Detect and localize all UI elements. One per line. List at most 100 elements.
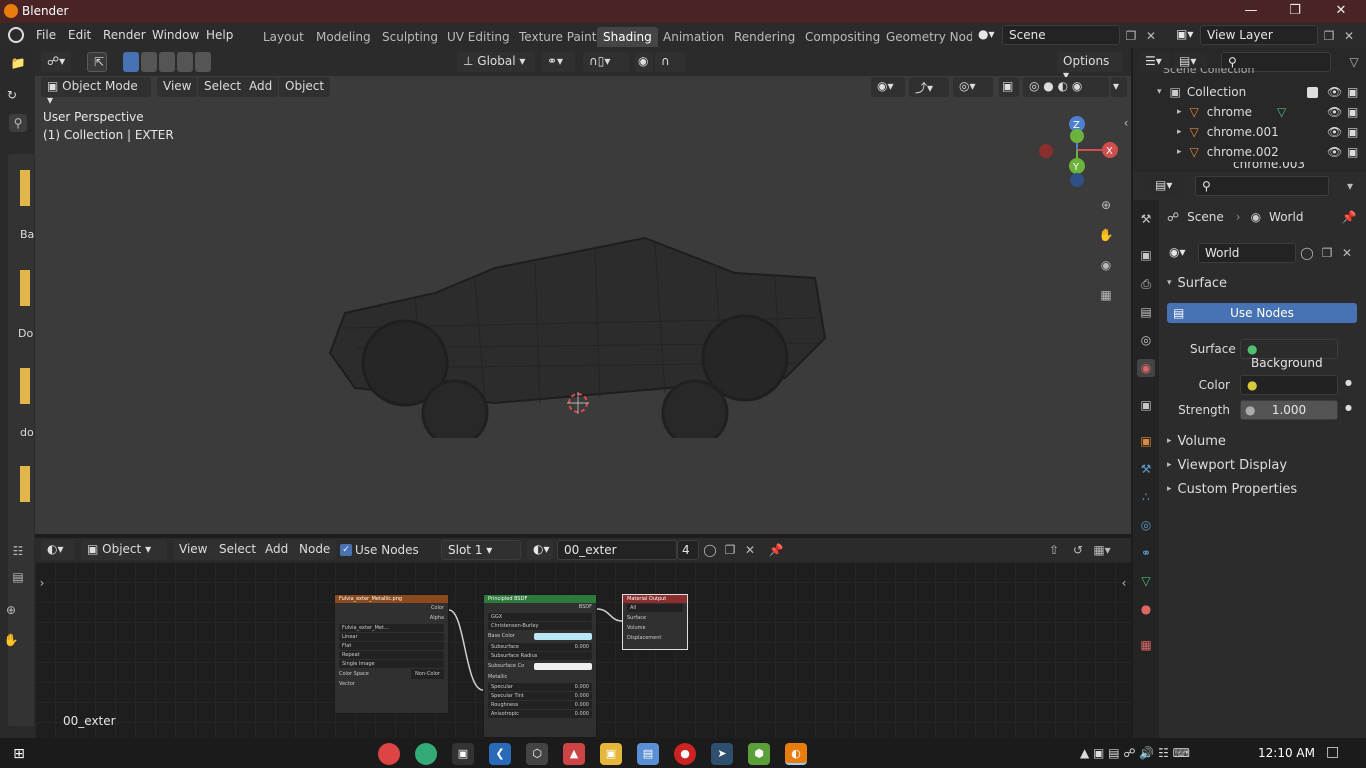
visibility-icon[interactable]: ◉▾ [871,77,905,97]
surface-panel-header[interactable]: ▾ Surface [1167,274,1357,292]
visibility-eye-icon[interactable]: 👁 [1327,145,1342,159]
world-tab-icon[interactable]: ◉ [1137,359,1155,377]
surface-shader-field[interactable]: ● Background [1240,339,1338,370]
select-mode-invert-icon[interactable] [177,52,193,72]
socket-color-output[interactable]: Color [335,603,448,614]
fake-user-icon[interactable]: ◯ [701,541,719,559]
tab-sculpting[interactable]: Sculpting [376,27,444,47]
keyframe-dot-icon[interactable]: ● [1345,378,1352,387]
snap-node-icon[interactable]: ▦▾ [1093,541,1111,559]
app-icon[interactable]: ▤ [637,743,659,765]
unlink-world-icon[interactable]: ✕ [1338,244,1356,262]
world-browse-icon[interactable]: ◉▾ [1167,243,1197,263]
tab-animation[interactable]: Animation [657,27,730,47]
outliner-row-object[interactable]: ▸ ▽ chrome.002 👁 ▣ [1177,142,1366,162]
view-layer-tab-icon[interactable]: ▤ [1137,303,1155,321]
snap-icon[interactable]: ∩▯▾ [583,52,629,72]
file-thumbnail[interactable] [20,466,30,502]
overlays-toggle-icon[interactable]: ◎▾ [953,77,993,97]
socket-surface-input[interactable]: Surface [623,613,687,623]
material-user-count[interactable]: 4 [677,540,699,560]
anisotropic-field[interactable]: Anisotropic 0.000 [488,710,592,718]
3d-viewport[interactable]: User Perspective (1) Collection | EXTER … [35,48,1131,534]
options-dropdown[interactable]: Options ▾ [1057,52,1123,82]
node-editor-type-icon[interactable]: ◐▾ [41,540,75,560]
vscode-icon[interactable]: ❮ [489,743,511,765]
minimize-button[interactable]: — [1228,0,1274,23]
volume-panel-header[interactable]: ▸ Volume [1167,432,1357,450]
color-space-dropdown[interactable]: Non-Color [411,669,444,679]
editor-type-button[interactable]: ☍▾ [41,52,72,72]
select-tool-icon[interactable]: ⇱ [87,52,107,72]
search-icon[interactable]: ⚲ [9,114,27,132]
socket-vector-input[interactable]: Vector [335,679,448,689]
constraints-tab-icon[interactable]: ⚭ [1137,544,1155,562]
refresh-icon[interactable]: ↻ [3,86,21,104]
collapse-arrow-icon[interactable]: ▾ [1167,278,1172,288]
auto-offset-icon[interactable]: ↺ [1069,541,1087,559]
app-icon[interactable]: ⬡ [526,743,548,765]
expand-arrow-icon[interactable]: ▸ [1177,127,1182,137]
image-file-field[interactable]: Fulvia_exter_Met... [339,624,444,632]
delete-scene-icon[interactable]: ✕ [1142,27,1160,45]
texture-tab-icon[interactable]: ▦ [1137,636,1155,654]
app-icon[interactable]: ● [674,743,696,765]
node-menu-add[interactable]: Add [259,540,295,560]
output-tab-icon[interactable]: ⎙ [1137,275,1155,293]
system-tray-icons[interactable]: ▲ ▣ ▤ ☍ 🔊 ☷ ⌨ [1080,746,1190,760]
subsurface-radius-field[interactable]: Subsurface Radius [488,652,592,660]
specular-field[interactable]: Specular 0.000 [488,683,592,691]
material-browse-icon[interactable]: ◐▾ [527,540,553,560]
navigation-gizmo[interactable]: Z X Y [1035,114,1125,192]
new-scene-icon[interactable]: ❐ [1122,27,1140,45]
file-explorer-icon[interactable]: ▣ [600,743,622,765]
metallic-socket[interactable]: Metallic [484,672,596,682]
socket-alpha-output[interactable]: Alpha [335,614,448,623]
subsurface-method-dropdown[interactable]: Christensen-Burley [488,622,592,630]
unlink-material-icon[interactable]: ✕ [741,541,759,559]
view-layer-field[interactable]: View Layer [1200,25,1318,45]
node-menu-select[interactable]: Select [213,540,263,560]
outliner-row-collection[interactable]: ▾ ▣ Collection 👁 ▣ [1157,82,1366,102]
ortho-toggle-icon[interactable]: ▦ [1097,286,1115,304]
maximize-button[interactable]: ❐ [1272,0,1318,23]
viewport-menu-object[interactable]: Object [279,77,331,97]
material-slot-dropdown[interactable]: Slot 1 ▾ [441,540,521,560]
zoom-icon[interactable]: ⊕ [2,601,20,619]
render-camera-icon[interactable]: ▣ [1347,105,1358,119]
select-mode-extend-icon[interactable] [141,52,157,72]
new-world-icon[interactable]: ❐ [1318,244,1336,262]
expand-arrow-icon[interactable]: ▸ [1177,147,1182,157]
scene-browse-icon[interactable]: ●▾ [972,25,1000,45]
world-name-field[interactable]: World [1198,243,1296,263]
xray-toggle-icon[interactable]: ▣ [999,77,1019,97]
menu-edit[interactable]: Edit [68,28,91,42]
tab-uv-editing[interactable]: UV Editing [441,27,516,47]
app-icon[interactable]: ▲ [563,743,585,765]
expand-arrow-icon[interactable]: ▾ [1157,87,1162,97]
expand-arrow-icon[interactable]: ▸ [1167,460,1172,470]
falloff-icon[interactable]: ∩ [655,52,685,72]
select-mode-new-icon[interactable] [123,52,139,72]
specular-tint-field[interactable]: Specular Tint 0.000 [488,692,592,700]
custom-properties-panel-header[interactable]: ▸ Custom Properties [1167,480,1357,498]
close-window-button[interactable]: ✕ [1318,0,1364,23]
node-sidebar-toggle-icon[interactable]: ‹ [1115,574,1133,592]
viewport-display-panel-header[interactable]: ▸ Viewport Display [1167,456,1357,474]
shader-type-dropdown[interactable]: ▣ Object ▾ [81,540,167,560]
pan-view-icon[interactable]: ✋ [1097,226,1115,244]
node-menu-node[interactable]: Node [293,540,337,560]
expand-arrow-icon[interactable]: ▸ [1167,436,1172,446]
windows-start-icon[interactable]: ⊞ [8,743,30,765]
roughness-field[interactable]: Roughness 0.000 [488,701,592,709]
file-thumbnail[interactable] [20,270,30,306]
menu-help[interactable]: Help [206,28,233,42]
proportional-edit-icon[interactable]: ◉ [635,52,653,72]
subsurface-field[interactable]: Subsurface 0.000 [488,643,592,651]
parent-node-tree-icon[interactable]: ⇧ [1045,541,1063,559]
menu-window[interactable]: Window [152,28,199,42]
tab-texture-paint[interactable]: Texture Paint [513,27,602,47]
projection-dropdown[interactable]: Flat [339,642,444,650]
scene-name-field[interactable]: Scene [1002,25,1120,45]
properties-options-icon[interactable]: ▾ [1341,177,1359,195]
